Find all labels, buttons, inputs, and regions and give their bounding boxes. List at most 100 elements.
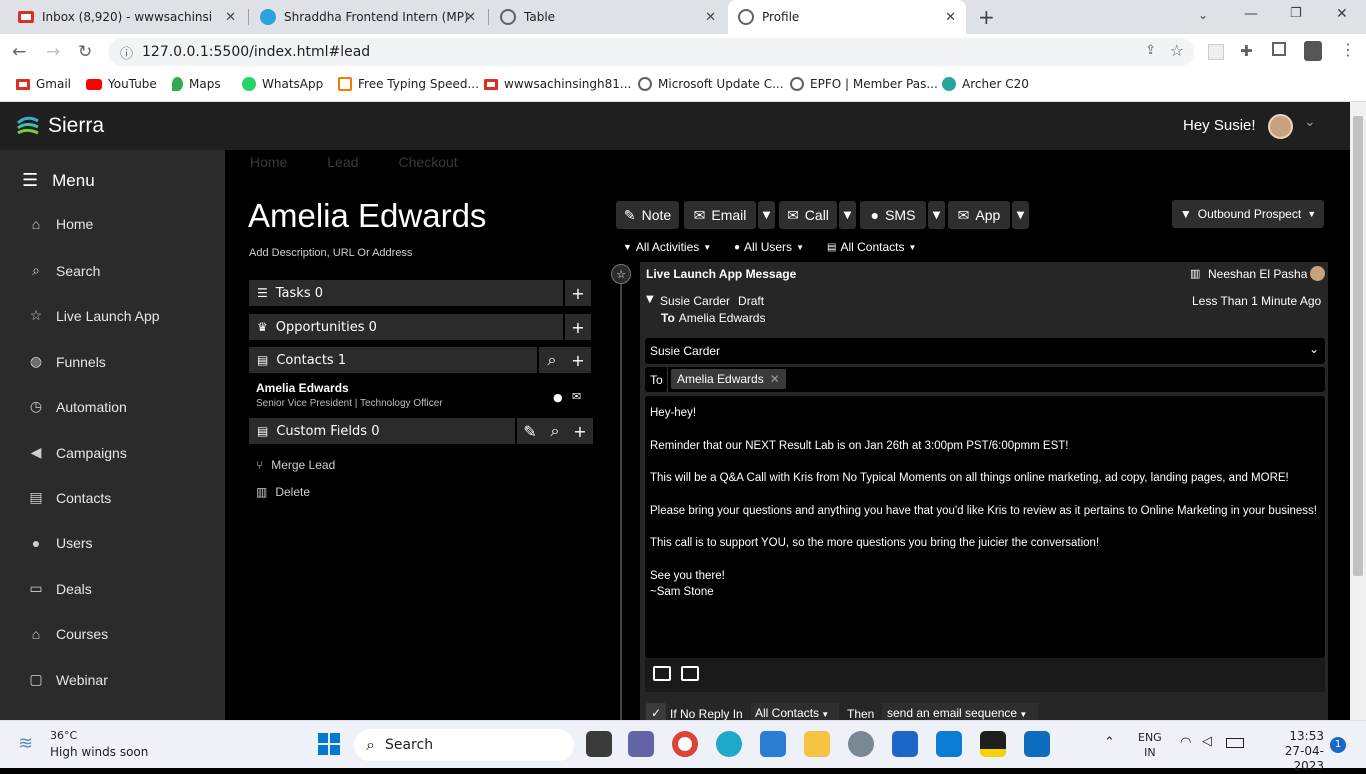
close-tab-icon[interactable]: ✕ <box>705 10 716 25</box>
tasks-panel[interactable]: ☰ Tasks 0 <box>249 280 563 306</box>
profile-avatar[interactable] <box>1304 41 1322 61</box>
back-icon[interactable]: ← <box>12 42 26 62</box>
sms-button[interactable]: ● SMS <box>860 201 926 229</box>
share-icon[interactable]: ⇪ <box>1145 43 1156 58</box>
sidebar-item-funnels[interactable]: ◍ Funnels <box>28 353 106 370</box>
tab-gmail[interactable]: Inbox (8,920) - wwwsachinsingh8 ✕ <box>8 0 246 34</box>
bookmark-star-icon[interactable]: ☆ <box>1170 41 1184 60</box>
bookmark-epfo[interactable]: EPFO | Member Pas... <box>790 77 938 91</box>
email-button[interactable]: ✉ Email <box>684 201 756 229</box>
close-tab-icon[interactable]: ✕ <box>465 10 476 25</box>
custom-fields-panel[interactable]: ▤ Custom Fields 0 <box>249 418 515 444</box>
hamburger-icon[interactable]: ☰ <box>22 170 38 191</box>
file-explorer-icon[interactable] <box>804 731 830 757</box>
delete-lead-link[interactable]: ▥ Delete <box>256 485 310 499</box>
user-avatar[interactable] <box>1268 114 1293 139</box>
restore-icon[interactable]: ❐ <box>1290 6 1302 21</box>
app-button[interactable]: ✉ App <box>948 201 1010 229</box>
contacts-filter[interactable]: ▤ All Contacts ▼ <box>827 240 916 254</box>
mail-icon[interactable] <box>760 731 786 757</box>
close-tab-icon[interactable]: ✕ <box>225 10 236 25</box>
wifi-icon[interactable]: ◠ <box>1180 735 1191 750</box>
sidebar-item-users[interactable]: ● Users <box>28 535 93 551</box>
page-scrollbar[interactable] <box>1350 102 1366 720</box>
contacts-panel[interactable]: ▤ Contacts 1 <box>249 347 537 373</box>
notification-badge[interactable]: 1 <box>1330 737 1346 753</box>
breadcrumb-lead[interactable]: Lead <box>327 154 358 170</box>
chrome-icon[interactable] <box>672 731 698 757</box>
recipient-chip[interactable]: Amelia Edwards ✕ <box>671 369 786 389</box>
sidebar-item-deals[interactable]: ▭ Deals <box>28 580 91 597</box>
insert-image-icon[interactable] <box>653 666 671 681</box>
reload-icon[interactable]: ↻ <box>78 42 92 62</box>
bookmark-whatsapp[interactable]: WhatsApp <box>242 77 323 91</box>
clock[interactable]: 13:53 27-04-2023 <box>1262 729 1324 774</box>
minimize-icon[interactable]: — <box>1244 6 1258 22</box>
tab-table[interactable]: Table ✕ <box>490 0 726 34</box>
settings-gear-icon[interactable] <box>848 731 874 757</box>
outbound-prospect-dropdown[interactable]: ▼ Outbound Prospect ▼ <box>1172 200 1324 228</box>
menu-dots-icon[interactable]: ⋮ <box>1340 40 1356 59</box>
breadcrumb-checkout[interactable]: Checkout <box>399 154 458 170</box>
trash-icon[interactable]: ▥ <box>1190 267 1200 280</box>
search-contacts-button[interactable]: ⌕ <box>539 347 565 373</box>
menu-toggle[interactable]: ☰ Menu <box>22 170 95 191</box>
sidebar-item-contacts[interactable]: ▤ Contacts <box>28 489 111 506</box>
vscode-icon[interactable] <box>936 731 962 757</box>
bookmark-gmail-2[interactable]: wwwsachinsingh81... <box>484 77 631 91</box>
store-icon[interactable] <box>892 731 918 757</box>
remove-recipient-icon[interactable]: ✕ <box>770 372 780 386</box>
task-view-icon[interactable] <box>586 731 612 757</box>
call-button[interactable]: ✉ Call <box>779 201 837 229</box>
message-body[interactable]: Hey-hey! Reminder that our NEXT Result L… <box>645 396 1325 658</box>
add-opportunity-button[interactable]: + <box>565 314 591 340</box>
tab-profile[interactable]: Profile ✕ <box>728 0 966 34</box>
sidebar-item-home[interactable]: ⌂ Home <box>28 216 94 232</box>
edit-custom-fields-button[interactable]: ✎ <box>517 418 543 444</box>
outlook-icon[interactable] <box>1024 731 1050 757</box>
search-custom-fields-button[interactable]: ⌕ <box>542 418 568 444</box>
info-icon[interactable]: ⓘ <box>120 43 133 62</box>
sidebar-item-courses[interactable]: ⌂ Courses <box>28 626 108 642</box>
opportunities-panel[interactable]: ♛ Opportunities 0 <box>249 314 563 340</box>
breadcrumb-home[interactable]: Home <box>250 154 287 170</box>
bookmark-maps[interactable]: Maps <box>172 77 221 91</box>
sidebar-item-live-launch-app[interactable]: ☆ Live Launch App <box>28 307 160 324</box>
chevron-up-icon[interactable]: ⌃ <box>1104 735 1115 750</box>
chevron-down-icon[interactable]: ⌄ <box>1304 114 1316 130</box>
close-tab-icon[interactable]: ✕ <box>945 10 956 25</box>
extension-icon[interactable] <box>1208 44 1224 60</box>
envelope-icon[interactable]: ✉ <box>572 390 581 403</box>
insert-image-icon[interactable] <box>681 666 699 681</box>
add-contact-button[interactable]: + <box>565 347 591 373</box>
sidebar-item-webinar[interactable]: ▢ Webinar <box>28 671 108 688</box>
puzzle-icon[interactable]: ✚ <box>1240 42 1253 60</box>
bookmark-archer[interactable]: Archer C20 <box>942 77 1029 91</box>
sticky-notes-icon[interactable] <box>980 731 1006 757</box>
bookmark-microsoft[interactable]: Microsoft Update C... <box>638 77 784 91</box>
teams-chat-icon[interactable] <box>628 731 654 757</box>
bookmark-typing[interactable]: Free Typing Speed... <box>338 77 479 91</box>
tab-search-icon[interactable]: ⌄ <box>1198 8 1208 22</box>
to-field[interactable]: To Amelia Edwards ✕ <box>645 367 1325 392</box>
weather-text[interactable]: High winds soon <box>50 745 148 759</box>
close-window-icon[interactable]: ✕ <box>1336 6 1348 22</box>
language-indicator[interactable]: ENG IN <box>1138 730 1162 760</box>
windows-start-icon[interactable] <box>318 733 340 755</box>
note-button[interactable]: ✎ Note <box>616 201 679 229</box>
if-no-reply-checkbox[interactable]: ✓ <box>646 703 666 720</box>
volume-icon[interactable]: ◁ <box>1202 734 1212 749</box>
tab-telegram[interactable]: Shraddha Frontend Intern (MP) ✕ <box>250 0 486 34</box>
new-tab-button[interactable]: + <box>978 5 995 29</box>
battery-icon[interactable] <box>1226 738 1244 748</box>
edge-icon[interactable] <box>716 731 742 757</box>
users-filter[interactable]: ● All Users ▼ <box>734 240 804 254</box>
add-task-button[interactable]: + <box>565 280 591 306</box>
sidebar-item-search[interactable]: ⌕ Search <box>28 262 100 279</box>
bookmark-youtube[interactable]: YouTube <box>86 77 157 91</box>
chevron-down-icon[interactable]: ▼ <box>646 294 654 305</box>
app-dropdown-button[interactable]: ▼ <box>1012 201 1029 229</box>
weather-temp[interactable]: 36°C <box>50 729 77 742</box>
bookmark-gmail[interactable]: Gmail <box>16 77 71 91</box>
merge-lead-link[interactable]: ⑂ Merge Lead <box>256 458 335 472</box>
